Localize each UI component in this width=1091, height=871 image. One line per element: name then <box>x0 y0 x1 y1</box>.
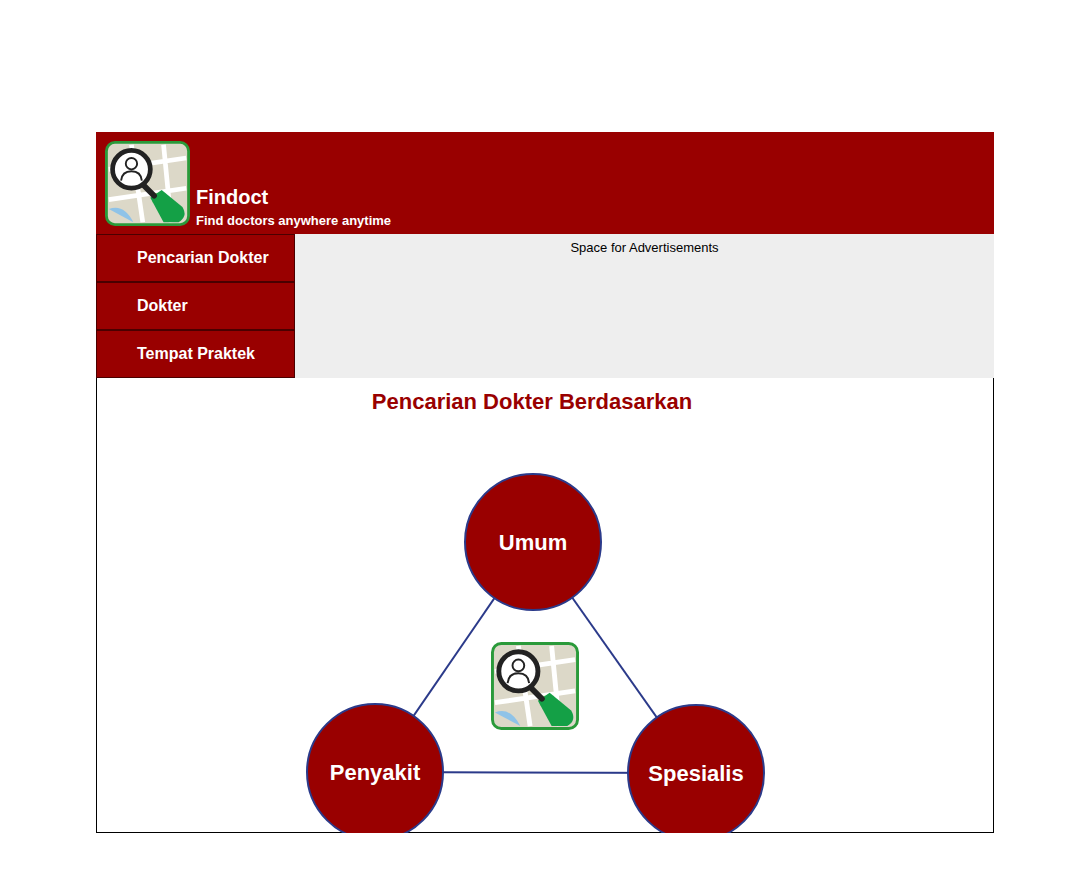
category-node[interactable]: Spesialis <box>627 704 765 833</box>
sidebar-item[interactable]: Pencarian Dokter <box>96 234 295 282</box>
findoct-logo-icon <box>490 642 580 730</box>
app-tagline: Find doctors anywhere anytime <box>196 213 391 229</box>
sidebar-item[interactable]: Dokter <box>96 282 295 330</box>
app-title: Findoct <box>196 185 391 209</box>
app-frame: Findoct Find doctors anywhere anytime Pe… <box>96 132 994 833</box>
ad-space: Space for Advertisements <box>295 234 994 378</box>
category-diagram: UmumPenyakit Spesialis <box>97 415 993 832</box>
search-panel: Pencarian Dokter Berdasarkan UmumPenyaki… <box>96 378 994 833</box>
header: Findoct Find doctors anywhere anytime <box>96 132 994 234</box>
findoct-logo-icon[interactable] <box>105 141 190 226</box>
sidebar-nav: Pencarian DokterDokterTempat Praktek <box>96 234 295 378</box>
category-node[interactable]: Umum <box>464 473 602 611</box>
category-node[interactable]: Penyakit <box>306 703 444 833</box>
sidebar-item[interactable]: Tempat Praktek <box>96 330 295 378</box>
search-heading: Pencarian Dokter Berdasarkan <box>97 389 993 415</box>
ad-label: Space for Advertisements <box>570 240 718 378</box>
